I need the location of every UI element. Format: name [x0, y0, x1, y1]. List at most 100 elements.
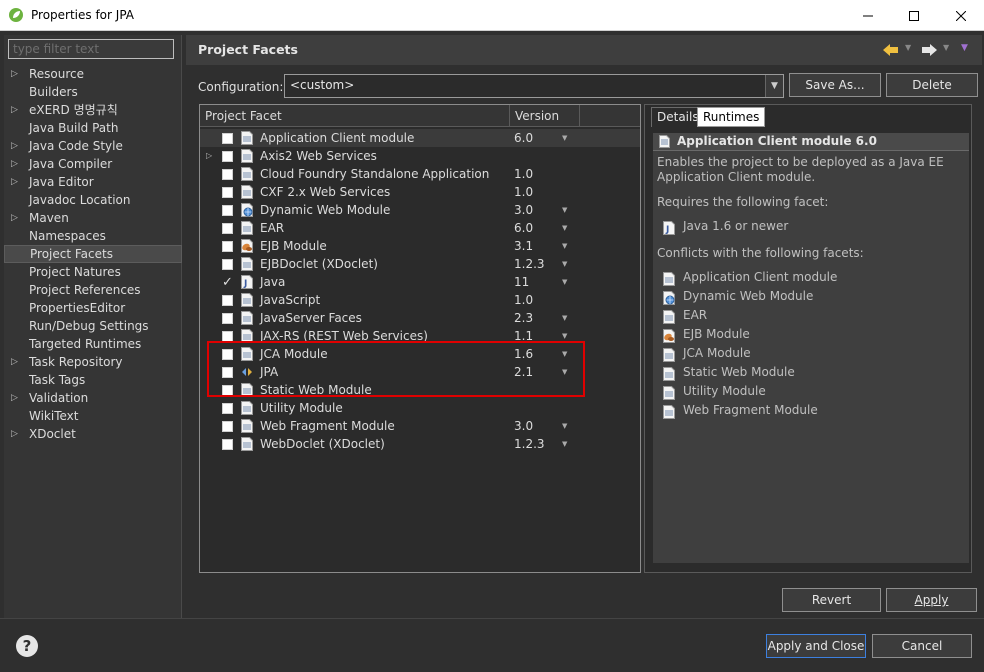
sidebar-item[interactable]: Project Facets [4, 245, 182, 263]
close-button[interactable] [938, 0, 984, 31]
apply-button[interactable]: Apply [886, 588, 977, 612]
facet-row[interactable]: Web Fragment Module 3.0 ▼ [200, 417, 640, 435]
facet-checkbox[interactable] [222, 223, 233, 234]
facet-row[interactable]: CXF 2.x Web Services 1.0 [200, 183, 640, 201]
version-dropdown-icon[interactable]: ▼ [562, 309, 567, 327]
forward-arrow-icon[interactable] [921, 43, 937, 57]
expand-arrow-icon[interactable]: ▷ [11, 353, 18, 371]
sidebar-item[interactable]: Namespaces [4, 227, 182, 245]
configuration-combo[interactable]: <custom> ▼ [284, 74, 784, 98]
facet-checkbox[interactable] [222, 403, 233, 414]
facet-checkbox[interactable] [222, 259, 233, 270]
save-as-button[interactable]: Save As... [789, 73, 881, 97]
filter-input[interactable] [8, 39, 174, 59]
tab-runtimes[interactable]: Runtimes [697, 107, 766, 127]
sidebar-item[interactable]: ▷ Java Compiler [4, 155, 182, 173]
facet-checkbox[interactable] [222, 169, 233, 180]
sidebar-item[interactable]: ▷ Task Repository [4, 353, 182, 371]
sidebar-item[interactable]: Run/Debug Settings [4, 317, 182, 335]
facet-row[interactable]: EJB Module 3.1 ▼ [200, 237, 640, 255]
facet-version[interactable]: 6.0 [514, 129, 533, 147]
sidebar-item[interactable]: Task Tags [4, 371, 182, 389]
expand-arrow-icon[interactable]: ▷ [11, 389, 18, 407]
view-menu-icon[interactable]: ▼ [961, 43, 968, 53]
sidebar-item[interactable]: Java Build Path [4, 119, 182, 137]
sidebar-item[interactable]: ▷ Resource [4, 65, 182, 83]
facet-version[interactable]: 3.0 [514, 201, 533, 219]
facet-checkbox[interactable] [222, 151, 233, 162]
facet-version[interactable]: 6.0 [514, 219, 533, 237]
sidebar-item[interactable]: ▷ Maven [4, 209, 182, 227]
column-header-facet[interactable]: Project Facet [200, 105, 510, 127]
version-dropdown-icon[interactable]: ▼ [562, 417, 567, 435]
page-icon [241, 419, 253, 433]
facet-checkbox[interactable]: ✓ [222, 276, 233, 289]
minimize-button[interactable] [845, 0, 891, 31]
expand-arrow-icon[interactable]: ▷ [11, 65, 18, 83]
facet-version[interactable]: 11 [514, 273, 529, 291]
facet-checkbox[interactable] [222, 295, 233, 306]
forward-history-chevron-icon[interactable]: ▼ [943, 43, 949, 52]
facet-version[interactable]: 2.3 [514, 309, 533, 327]
facet-row[interactable]: ✓ J Java 11 ▼ [200, 273, 640, 291]
version-dropdown-icon[interactable]: ▼ [562, 219, 567, 237]
sidebar-item[interactable]: Project References [4, 281, 182, 299]
expand-arrow-icon[interactable]: ▷ [206, 147, 212, 165]
facet-row[interactable]: Cloud Foundry Standalone Application 1.0 [200, 165, 640, 183]
facet-version[interactable]: 1.2.3 [514, 435, 545, 453]
facet-row[interactable]: JavaScript 1.0 [200, 291, 640, 309]
version-dropdown-icon[interactable]: ▼ [562, 255, 567, 273]
facet-row[interactable]: JavaServer Faces 2.3 ▼ [200, 309, 640, 327]
facet-row[interactable]: EJBDoclet (XDoclet) 1.2.3 ▼ [200, 255, 640, 273]
sidebar-item[interactable]: Targeted Runtimes [4, 335, 182, 353]
facet-checkbox[interactable] [222, 241, 233, 252]
facet-checkbox[interactable] [222, 313, 233, 324]
expand-arrow-icon[interactable]: ▷ [11, 425, 18, 443]
facet-version[interactable]: 1.2.3 [514, 255, 545, 273]
expand-arrow-icon[interactable]: ▷ [11, 137, 18, 155]
facet-row[interactable]: Dynamic Web Module 3.0 ▼ [200, 201, 640, 219]
facet-checkbox[interactable] [222, 439, 233, 450]
version-dropdown-icon[interactable]: ▼ [562, 129, 567, 147]
delete-button[interactable]: Delete [886, 73, 978, 97]
sidebar-item[interactable]: Project Natures [4, 263, 182, 281]
back-arrow-icon[interactable] [883, 43, 899, 57]
expand-arrow-icon[interactable]: ▷ [11, 101, 18, 119]
sidebar-item[interactable]: Javadoc Location [4, 191, 182, 209]
column-header-version[interactable]: Version [510, 105, 580, 127]
version-dropdown-icon[interactable]: ▼ [562, 273, 567, 291]
facet-version[interactable]: 3.0 [514, 417, 533, 435]
facet-row[interactable]: Application Client module 6.0 ▼ [200, 129, 640, 147]
expand-arrow-icon[interactable]: ▷ [11, 173, 18, 191]
facet-row[interactable]: WebDoclet (XDoclet) 1.2.3 ▼ [200, 435, 640, 453]
sidebar-item[interactable]: Builders [4, 83, 182, 101]
cancel-button[interactable]: Cancel [872, 634, 972, 658]
facet-checkbox[interactable] [222, 421, 233, 432]
version-dropdown-icon[interactable]: ▼ [562, 435, 567, 453]
facet-row[interactable]: Utility Module [200, 399, 640, 417]
sidebar-item[interactable]: WikiText [4, 407, 182, 425]
expand-arrow-icon[interactable]: ▷ [11, 209, 18, 227]
expand-arrow-icon[interactable]: ▷ [11, 155, 18, 173]
sidebar-item[interactable]: ▷ Validation [4, 389, 182, 407]
help-icon[interactable]: ? [16, 635, 38, 657]
revert-button[interactable]: Revert [782, 588, 881, 612]
back-history-chevron-icon[interactable]: ▼ [905, 43, 911, 52]
facet-row[interactable]: ▷ Axis2 Web Services [200, 147, 640, 165]
facet-name: EAR [260, 221, 285, 235]
version-dropdown-icon[interactable]: ▼ [562, 201, 567, 219]
maximize-button[interactable] [891, 0, 937, 31]
facet-checkbox[interactable] [222, 205, 233, 216]
version-dropdown-icon[interactable]: ▼ [562, 237, 567, 255]
sidebar-item[interactable]: ▷ Java Code Style [4, 137, 182, 155]
sidebar-item[interactable]: ▷ eXERD 명명규칙 [4, 101, 182, 119]
facet-checkbox[interactable] [222, 187, 233, 198]
sidebar-item[interactable]: ▷ Java Editor [4, 173, 182, 191]
facet-row[interactable]: EAR 6.0 ▼ [200, 219, 640, 237]
facet-checkbox[interactable] [222, 133, 233, 144]
sidebar-item[interactable]: PropertiesEditor [4, 299, 182, 317]
chevron-down-icon[interactable]: ▼ [765, 75, 783, 97]
sidebar-item[interactable]: ▷ XDoclet [4, 425, 182, 443]
apply-and-close-button[interactable]: Apply and Close [766, 634, 866, 658]
facet-version[interactable]: 3.1 [514, 237, 533, 255]
